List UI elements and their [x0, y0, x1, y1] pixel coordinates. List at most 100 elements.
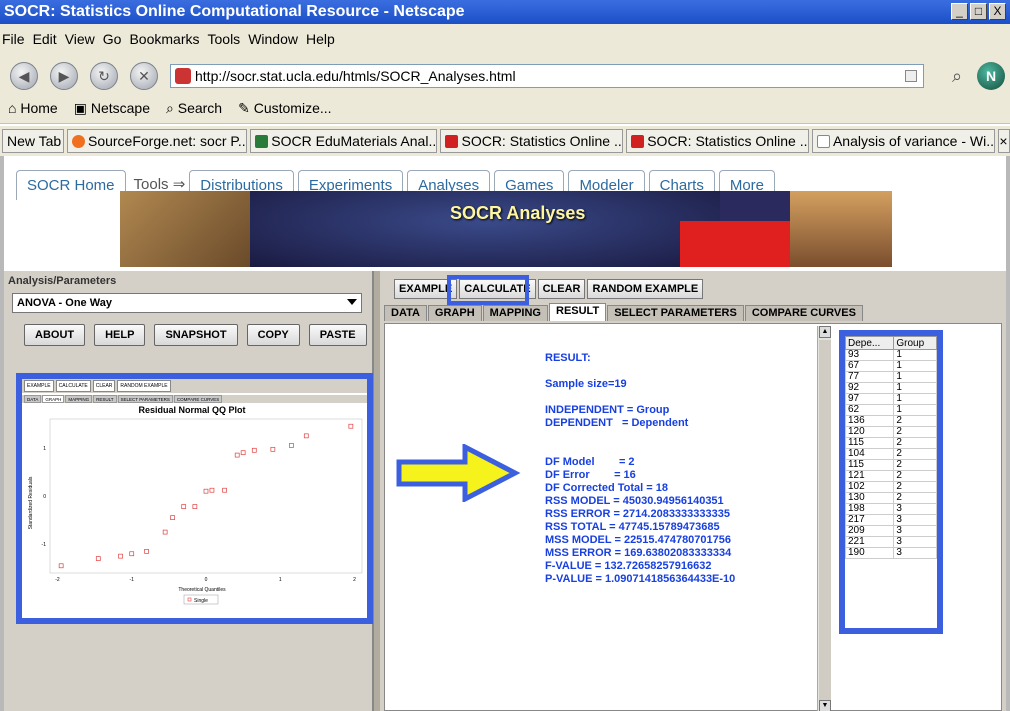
table-row[interactable]: 67 1: [844, 360, 937, 372]
table-row[interactable]: 209 3: [844, 525, 937, 537]
table-row[interactable]: 136 2: [844, 415, 937, 427]
copy-button[interactable]: COPY: [246, 324, 300, 346]
menu-file[interactable]: File: [2, 24, 25, 58]
cell-dependent[interactable]: 121: [844, 470, 895, 482]
cell-group[interactable]: 2: [893, 481, 937, 493]
tab-select-parameters[interactable]: SELECT PARAMETERS: [607, 305, 744, 321]
table-row[interactable]: 198 3: [844, 503, 937, 515]
cell-dependent[interactable]: 92: [844, 382, 895, 394]
scroll-up-icon[interactable]: ▲: [819, 326, 831, 338]
close-tab-button[interactable]: ×: [998, 129, 1010, 153]
cell-dependent[interactable]: 102: [844, 481, 895, 493]
address-dropdown-icon[interactable]: [905, 70, 917, 82]
cell-dependent[interactable]: 93: [844, 349, 895, 361]
browser-tab-new[interactable]: New Tab: [2, 129, 64, 153]
analysis-select[interactable]: ANOVA - One Way: [12, 293, 362, 313]
menu-window[interactable]: Window: [248, 24, 298, 58]
browser-tab-edumaterials[interactable]: SOCR EduMaterials Anal...: [250, 129, 438, 153]
table-row[interactable]: 120 2: [844, 426, 937, 438]
back-button[interactable]: ◀: [10, 62, 38, 90]
cell-group[interactable]: 1: [893, 393, 937, 405]
maximize-button[interactable]: □: [970, 3, 987, 20]
table-row[interactable]: 102 2: [844, 481, 937, 493]
table-row[interactable]: 130 2: [844, 492, 937, 504]
cell-group[interactable]: 2: [893, 426, 937, 438]
table-row[interactable]: 93 1: [844, 349, 937, 361]
cell-dependent[interactable]: 190: [844, 547, 895, 559]
cell-group[interactable]: 3: [893, 547, 937, 559]
bookmark-search[interactable]: ⌕ Search: [166, 94, 222, 123]
cell-dependent[interactable]: 198: [844, 503, 895, 515]
column-header-dependent[interactable]: Depe...: [844, 336, 895, 350]
address-bar[interactable]: http://socr.stat.ucla.edu/htmls/SOCR_Ana…: [170, 64, 924, 88]
table-row[interactable]: 121 2: [844, 470, 937, 482]
cell-group[interactable]: 1: [893, 360, 937, 372]
table-row[interactable]: 77 1: [844, 371, 937, 383]
search-magnifier-icon[interactable]: ⌕: [943, 62, 971, 90]
scroll-thumb[interactable]: [819, 340, 831, 700]
snapshot-button[interactable]: SNAPSHOT: [154, 324, 238, 346]
menu-view[interactable]: View: [65, 24, 95, 58]
table-row[interactable]: 92 1: [844, 382, 937, 394]
scroll-down-icon[interactable]: ▼: [819, 700, 831, 711]
browser-tab-socr-2[interactable]: SOCR: Statistics Online ...: [626, 129, 809, 153]
menu-go[interactable]: Go: [103, 24, 122, 58]
table-row[interactable]: 115 2: [844, 459, 937, 471]
cell-dependent[interactable]: 62: [844, 404, 895, 416]
minimize-button[interactable]: _: [951, 3, 968, 20]
cell-dependent[interactable]: 67: [844, 360, 895, 372]
menu-bookmarks[interactable]: Bookmarks: [129, 24, 199, 58]
cell-group[interactable]: 3: [893, 514, 937, 526]
cell-group[interactable]: 3: [893, 525, 937, 537]
table-row[interactable]: 190 3: [844, 547, 937, 559]
bookmark-netscape[interactable]: ▣ Netscape: [74, 94, 150, 123]
help-button[interactable]: HELP: [94, 324, 146, 346]
table-row[interactable]: 221 3: [844, 536, 937, 548]
socr-home-tab[interactable]: SOCR Home: [16, 170, 126, 200]
tab-result[interactable]: RESULT: [549, 303, 607, 321]
browser-tab-socr-1[interactable]: SOCR: Statistics Online ...: [440, 129, 624, 153]
tab-compare-curves[interactable]: COMPARE CURVES: [744, 305, 863, 321]
bookmark-customize[interactable]: ✎ Customize...: [238, 94, 331, 123]
tab-graph[interactable]: GRAPH: [427, 305, 482, 321]
menu-help[interactable]: Help: [306, 24, 335, 58]
cell-dependent[interactable]: 115: [844, 459, 895, 471]
cell-group[interactable]: 1: [893, 382, 937, 394]
cell-group[interactable]: 1: [893, 349, 937, 361]
cell-group[interactable]: 2: [893, 492, 937, 504]
tab-data[interactable]: DATA: [384, 305, 427, 321]
menu-tools[interactable]: Tools: [208, 24, 241, 58]
paste-button[interactable]: PASTE: [308, 324, 367, 346]
cell-dependent[interactable]: 120: [844, 426, 895, 438]
about-button[interactable]: ABOUT: [24, 324, 86, 346]
cell-dependent[interactable]: 97: [844, 393, 895, 405]
cell-group[interactable]: 1: [893, 404, 937, 416]
stop-button[interactable]: ✕: [130, 62, 158, 90]
table-row[interactable]: 97 1: [844, 393, 937, 405]
cell-dependent[interactable]: 104: [844, 448, 895, 460]
result-scrollbar[interactable]: ▲ ▼: [817, 326, 831, 711]
forward-button[interactable]: ▶: [50, 62, 78, 90]
cell-group[interactable]: 2: [893, 459, 937, 471]
column-header-group[interactable]: Group: [893, 336, 937, 350]
cell-dependent[interactable]: 130: [844, 492, 895, 504]
tab-mapping[interactable]: MAPPING: [482, 305, 548, 321]
table-row[interactable]: 115 2: [844, 437, 937, 449]
table-row[interactable]: 104 2: [844, 448, 937, 460]
table-row[interactable]: 62 1: [844, 404, 937, 416]
cell-dependent[interactable]: 77: [844, 371, 895, 383]
cell-group[interactable]: 3: [893, 536, 937, 548]
close-button[interactable]: X: [989, 3, 1006, 20]
browser-tab-wikipedia[interactable]: Analysis of variance - Wi...: [811, 129, 996, 153]
cell-dependent[interactable]: 136: [844, 415, 895, 427]
clear-button[interactable]: CLEAR: [537, 279, 586, 299]
menu-edit[interactable]: Edit: [33, 24, 57, 58]
table-row[interactable]: 217 3: [844, 514, 937, 526]
browser-tab-sourceforge[interactable]: SourceForge.net: socr P...: [66, 129, 248, 153]
cell-dependent[interactable]: 221: [844, 536, 895, 548]
cell-dependent[interactable]: 217: [844, 514, 895, 526]
cell-group[interactable]: 2: [893, 470, 937, 482]
cell-group[interactable]: 1: [893, 371, 937, 383]
cell-group[interactable]: 2: [893, 437, 937, 449]
cell-dependent[interactable]: 115: [844, 437, 895, 449]
